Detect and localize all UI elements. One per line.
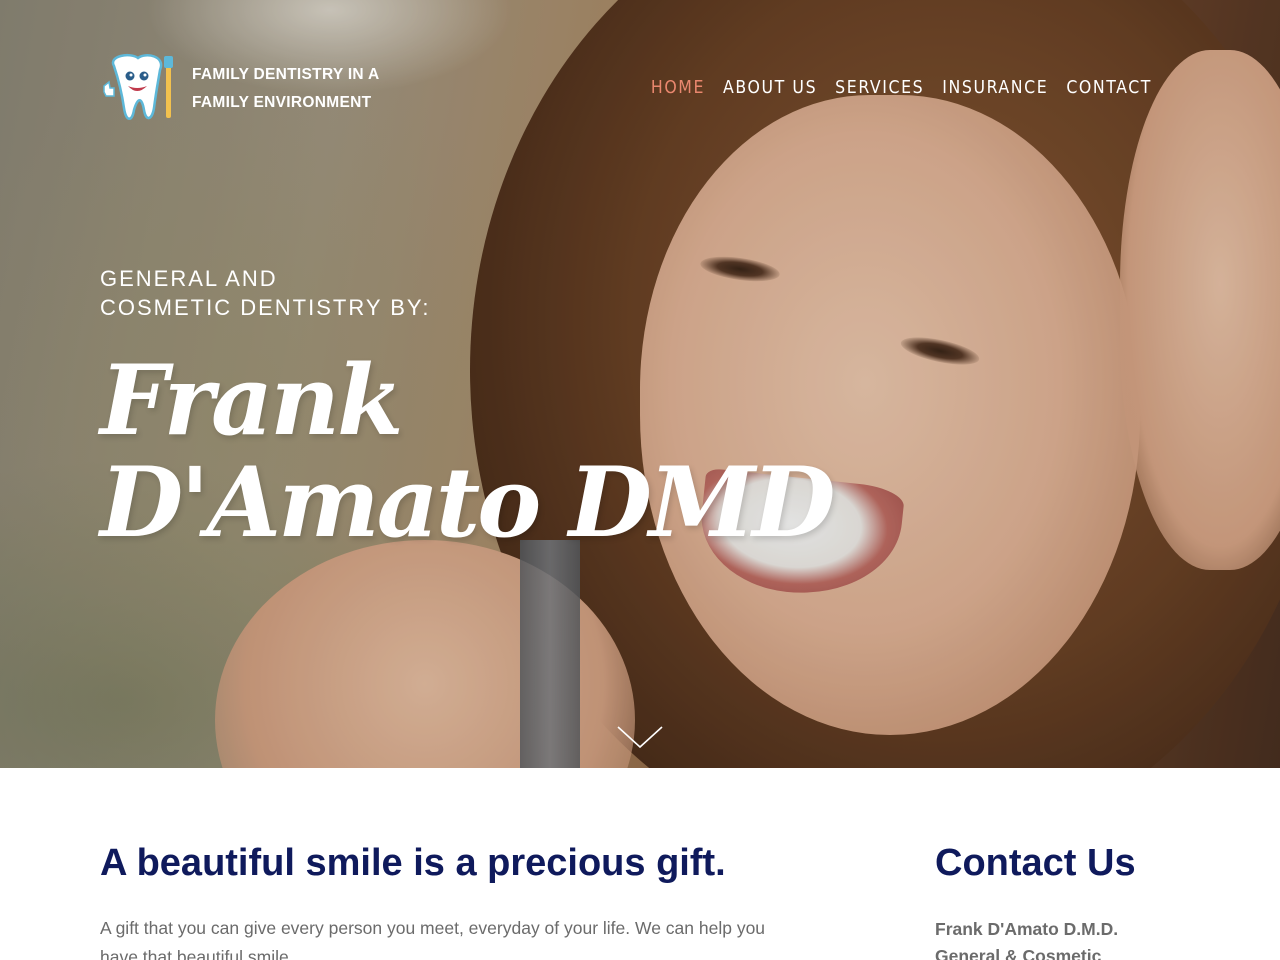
nav-contact[interactable]: CONTACT <box>1066 76 1152 100</box>
intro-paragraph: A gift that you can give every person yo… <box>100 918 766 960</box>
intro-section: A beautiful smile is a precious gift. A … <box>0 768 1280 960</box>
hero-banner: FAMILY DENTISTRY IN A FAMILY ENVIRONMENT… <box>0 0 1280 768</box>
tooth-mascot-icon <box>100 52 186 126</box>
site-logo[interactable]: FAMILY DENTISTRY IN A FAMILY ENVIRONMENT <box>100 52 420 126</box>
nav-insurance[interactable]: INSURANCE <box>942 76 1048 100</box>
contact-heading: Contact Us <box>935 842 1136 884</box>
contact-info: Frank D'Amato D.M.D. General & Cosmetic <box>935 916 1118 960</box>
nav-about-us[interactable]: ABOUT US <box>723 76 817 100</box>
contact-practice-type: General & Cosmetic <box>935 946 1102 960</box>
doctor-name-heading: Frank D'Amato DMD <box>100 350 835 554</box>
nav-home[interactable]: HOME <box>651 76 705 100</box>
nav-services[interactable]: SERVICES <box>835 76 924 100</box>
contact-doctor-name: Frank D'Amato D.M.D. <box>935 919 1119 939</box>
hero-subtitle-line-1: GENERAL AND <box>100 266 278 291</box>
hero-subtitle-line-2: COSMETIC DENTISTRY BY: <box>100 295 431 320</box>
main-nav: HOME ABOUT US SERVICES INSURANCE CONTACT <box>651 76 1152 100</box>
tagline-heading: A beautiful smile is a precious gift. <box>100 842 726 884</box>
doctor-name-line-1: Frank <box>100 344 404 457</box>
logo-line-1: FAMILY DENTISTRY IN A <box>192 66 380 83</box>
doctor-name-line-2: D'Amato DMD <box>100 446 835 559</box>
chevron-down-icon[interactable] <box>617 725 663 751</box>
hero-subtitle: GENERAL AND COSMETIC DENTISTRY BY: <box>100 264 430 322</box>
logo-line-2: FAMILY ENVIRONMENT <box>192 94 372 111</box>
